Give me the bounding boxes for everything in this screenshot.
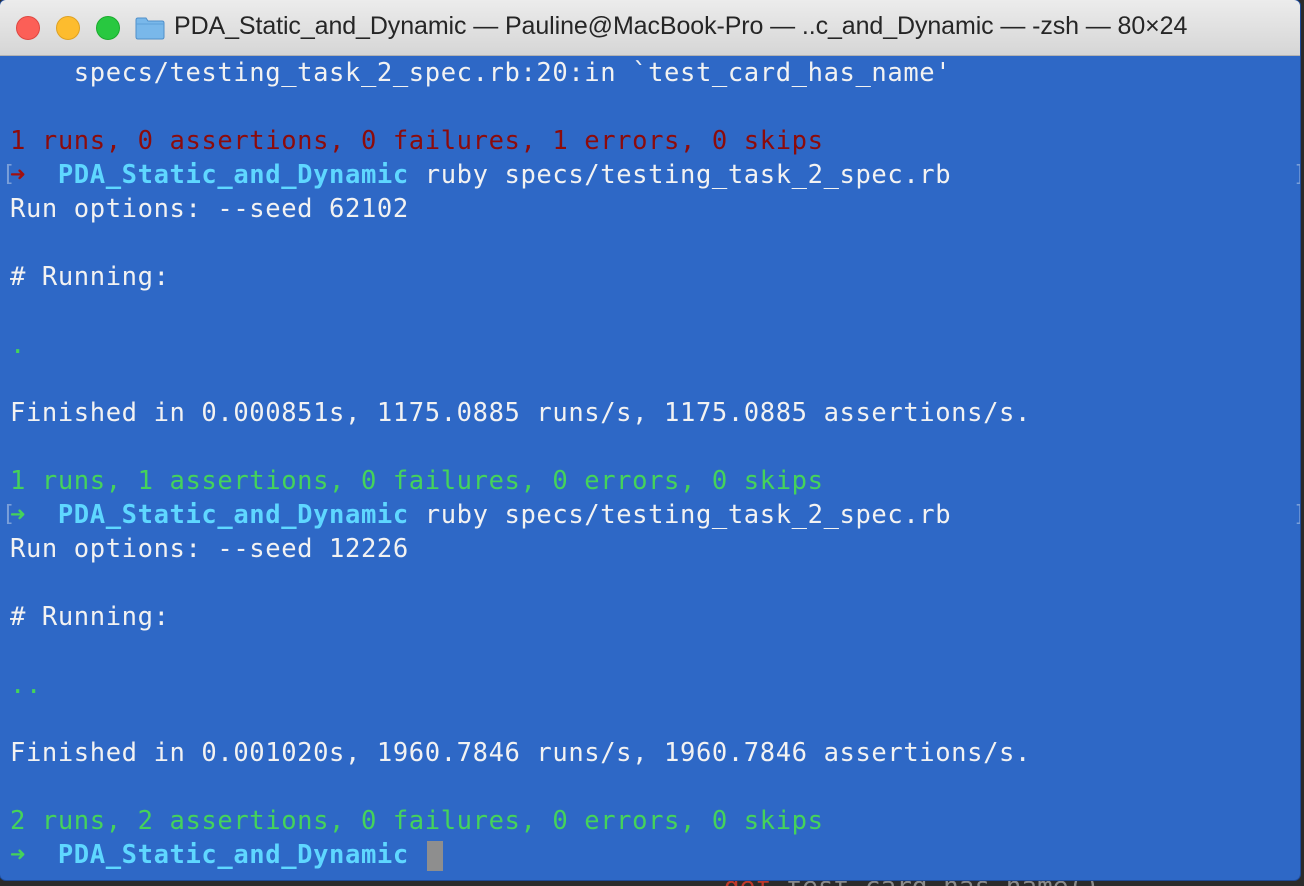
close-button[interactable] — [16, 16, 40, 40]
title-bar[interactable]: PDA_Static_and_Dynamic — Pauline@MacBook… — [0, 0, 1300, 56]
run2-summary: 1 runs, 1 assertions, 0 failures, 0 erro… — [10, 466, 824, 496]
zoom-button[interactable] — [96, 16, 120, 40]
run2-progress: . — [10, 330, 26, 360]
window-title: PDA_Static_and_Dynamic — Pauline@MacBook… — [174, 12, 1188, 40]
folder-icon — [135, 17, 165, 40]
prompt-directory: PDA_Static_and_Dynamic — [57, 160, 409, 190]
prompt-line-current[interactable]: ➜ PDA_Static_and_Dynamic — [10, 838, 1300, 872]
run3-summary: 2 runs, 2 assertions, 0 failures, 0 erro… — [10, 806, 824, 836]
mark-bracket-left: [ — [2, 162, 16, 187]
mark-bracket-right: ] — [1293, 498, 1300, 532]
run1-summary: 1 runs, 0 assertions, 0 failures, 1 erro… — [10, 126, 824, 156]
run3-progress: .. — [10, 670, 42, 700]
prompt-command: ruby specs/testing_task_2_spec.rb — [424, 500, 952, 530]
terminal-window[interactable]: PDA_Static_and_Dynamic — Pauline@MacBook… — [0, 0, 1300, 880]
prompt-directory: PDA_Static_and_Dynamic — [57, 500, 409, 530]
run3-running: # Running: — [10, 602, 170, 632]
prompt-line-1: [➜ PDA_Static_and_Dynamic ruby specs/tes… — [2, 158, 1300, 192]
mark-bracket-left: [ — [2, 502, 16, 527]
minimize-button[interactable] — [56, 16, 80, 40]
run2-running: # Running: — [10, 262, 170, 292]
text-cursor[interactable] — [426, 841, 443, 871]
prompt-line-2: [➜ PDA_Static_and_Dynamic ruby specs/tes… — [2, 498, 1300, 532]
mark-bracket-right: ] — [1293, 158, 1300, 192]
trace-line: specs/testing_task_2_spec.rb:20:in `test… — [10, 58, 952, 88]
run3-options: Run options: --seed 12226 — [10, 534, 409, 564]
prompt-command: ruby specs/testing_task_2_spec.rb — [424, 160, 952, 190]
run2-finished: Finished in 0.000851s, 1175.0885 runs/s,… — [10, 398, 1031, 428]
prompt-arrow-icon: ➜ — [10, 840, 26, 870]
terminal-output[interactable]: specs/testing_task_2_spec.rb:20:in `test… — [0, 56, 1300, 880]
run2-options: Run options: --seed 62102 — [10, 194, 409, 224]
prompt-directory: PDA_Static_and_Dynamic — [57, 840, 409, 870]
run3-finished: Finished in 0.001020s, 1960.7846 runs/s,… — [10, 738, 1031, 768]
